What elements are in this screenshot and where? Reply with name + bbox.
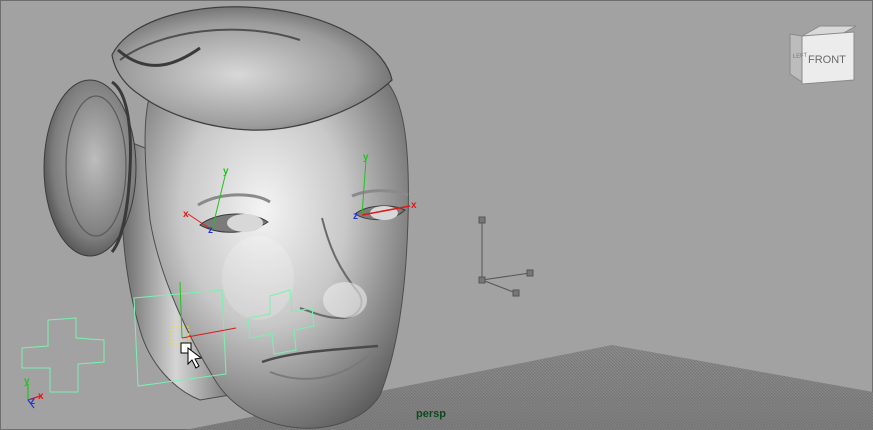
right-eye-y-label: y [363,152,369,163]
camera-name-label: persp [416,408,446,420]
corner-axis-x-label: x [38,391,44,402]
left-eye-z-label: z [208,225,213,236]
view-cube-front-label: FRONT [808,54,846,66]
corner-axis-z-label: z [30,396,35,407]
right-eye-z-label: z [353,211,358,222]
left-eye-y-label: y [223,166,229,177]
left-eye-x-label: x [183,209,189,220]
right-eye-x-label: x [411,200,417,211]
scene-canvas[interactable]: y x z y x z [0,0,873,430]
maya-perspective-viewport[interactable]: y x z y x z LEFT FRONT y x z persp [0,0,873,430]
world-origin-locator[interactable] [478,216,534,297]
view-cube[interactable]: LEFT FRONT [786,22,856,88]
corner-axis-y-label: y [24,376,30,387]
corner-axis-gizmo: y x z [24,376,44,409]
